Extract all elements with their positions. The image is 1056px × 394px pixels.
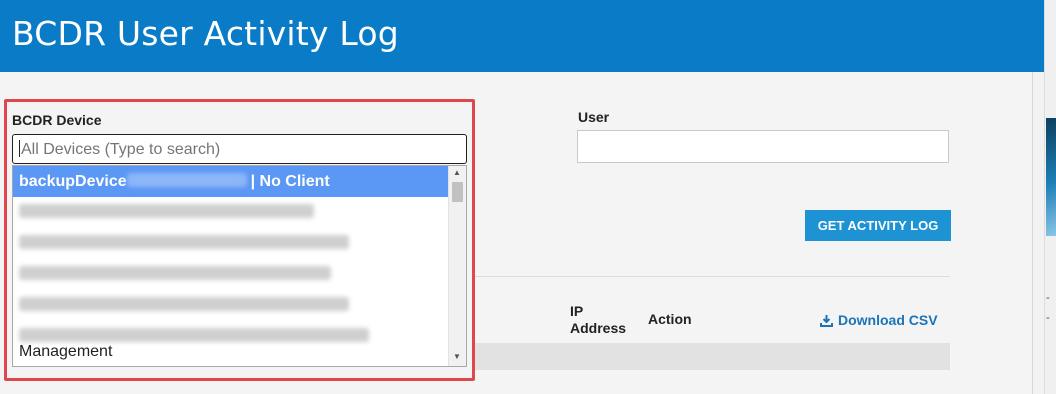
page-header: BCDR User Activity Log xyxy=(0,0,1044,72)
column-header-action[interactable]: Action xyxy=(648,311,692,328)
download-icon xyxy=(820,314,833,327)
get-activity-log-button[interactable]: GET ACTIVITY LOG xyxy=(805,210,951,241)
page-title: BCDR User Activity Log xyxy=(12,14,399,53)
ip-label-line1: IP xyxy=(570,303,584,319)
section-divider xyxy=(475,276,950,277)
side-image xyxy=(1046,118,1056,236)
ip-label-line2: Address xyxy=(570,320,627,336)
download-csv-label: Download CSV xyxy=(838,312,938,328)
user-label: User xyxy=(578,109,610,125)
table-header-band xyxy=(475,343,950,370)
highlight-annotation xyxy=(4,99,475,381)
side-text-fragment: - xyxy=(1046,292,1050,304)
column-header-ip-address[interactable]: IP Address xyxy=(570,303,626,337)
user-input[interactable] xyxy=(577,130,949,163)
download-csv-link[interactable]: Download CSV xyxy=(820,312,938,328)
side-text-fragment: - xyxy=(1046,312,1050,324)
